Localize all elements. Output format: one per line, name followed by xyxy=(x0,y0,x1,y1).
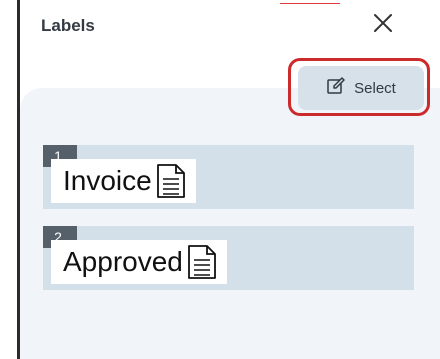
label-chip[interactable]: Approved xyxy=(51,240,227,284)
select-button-label: Select xyxy=(354,79,396,97)
label-text: Invoice xyxy=(63,165,152,196)
close-button[interactable] xyxy=(370,12,396,38)
top-edge-highlight xyxy=(280,0,340,4)
page-title: Labels xyxy=(41,16,95,35)
document-icon xyxy=(156,163,186,199)
label-row[interactable]: 2 Approved xyxy=(43,226,414,290)
close-icon xyxy=(373,13,393,38)
label-text: Approved xyxy=(63,246,183,277)
labels-panel xyxy=(20,88,440,359)
document-icon xyxy=(187,244,217,280)
label-chip[interactable]: Invoice xyxy=(51,159,196,203)
select-button[interactable]: Select xyxy=(298,66,424,110)
edit-icon xyxy=(326,76,346,100)
label-row[interactable]: 1 Invoice xyxy=(43,145,414,209)
